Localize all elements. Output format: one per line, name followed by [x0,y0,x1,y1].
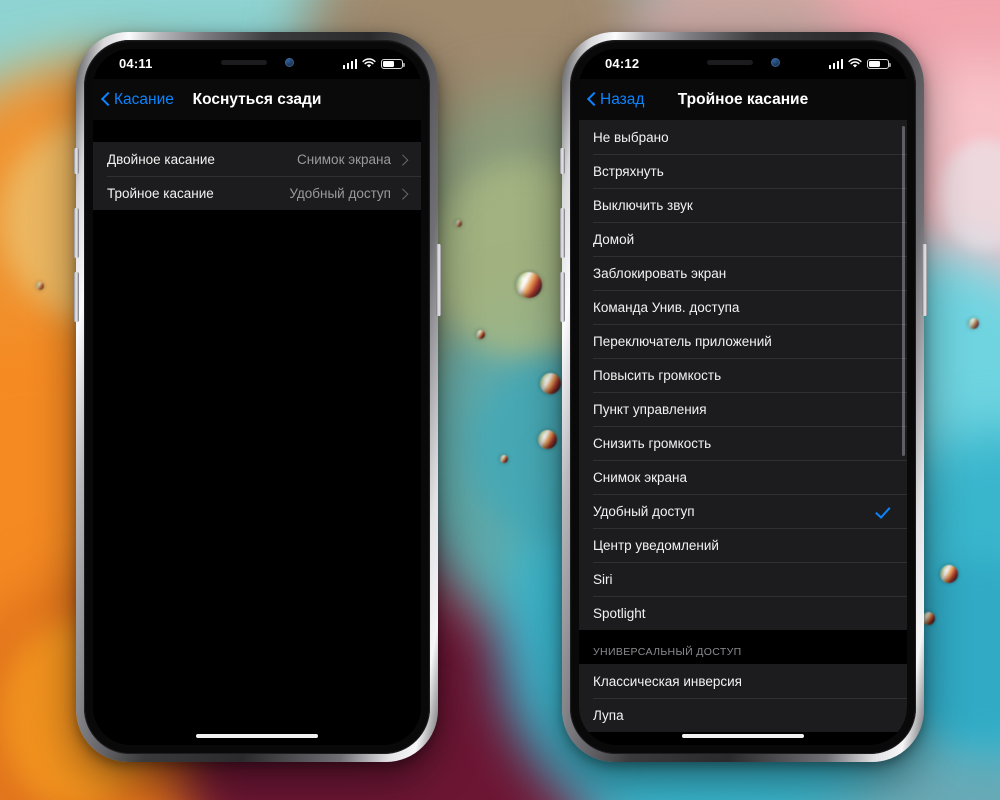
top-spacer [93,120,421,142]
back-button-label: Назад [600,90,645,108]
option-row[interactable]: Команда Унив. доступа [579,290,907,324]
left-settings-content: Двойное касание Снимок экрана Тройное ка… [93,120,421,745]
option-row[interactable]: Spotlight [579,596,907,630]
option-label: Spotlight [593,605,646,621]
wallpaper-droplet [968,318,979,329]
volume-down-button[interactable] [73,272,79,322]
option-label: Лупа [593,707,624,723]
cellular-signal-icon [828,59,843,69]
option-row[interactable]: Домой [579,222,907,256]
option-row[interactable]: Переключатель приложений [579,324,907,358]
battery-icon [381,58,406,69]
right-phone: 04:12 Назад Тройное касание Не выбрано Вс… [559,32,927,762]
accessibility-section-header: УНИВЕРСАЛЬНЫЙ ДОСТУП [579,630,907,664]
status-bar-clock: 04:12 [605,56,640,71]
back-button[interactable]: Назад [587,91,644,109]
front-camera-icon [770,57,780,67]
option-row[interactable]: Удобный доступ [579,494,907,528]
navigation-bar: Касание Коснуться сзади [93,79,421,121]
left-phone-screen: 04:11 Касание Коснуться сзади Двойное ка… [93,49,421,745]
power-button[interactable] [435,244,441,316]
volume-up-button[interactable] [559,208,565,258]
chevron-left-icon [587,91,597,108]
option-row[interactable]: Центр уведомлений [579,528,907,562]
volume-down-button[interactable] [559,272,565,322]
wifi-icon [362,58,376,68]
left-phone: 04:11 Касание Коснуться сзади Двойное ка… [73,32,441,762]
row-value: Снимок экрана [297,151,391,167]
wallpaper-droplet [940,565,958,583]
status-bar-clock: 04:11 [119,56,153,71]
option-label: Команда Унив. доступа [593,299,740,315]
notch [183,49,331,75]
checkmark-icon [875,503,891,519]
row-triple-tap[interactable]: Тройное касание Удобный доступ [93,176,421,210]
scroll-indicator[interactable] [902,126,905,456]
chevron-right-icon [399,153,407,166]
option-label: Выключить звук [593,197,693,213]
back-button-label: Касание [114,90,174,108]
home-indicator[interactable] [682,734,804,738]
row-label: Двойное касание [107,151,215,167]
power-button[interactable] [921,244,927,316]
option-row[interactable]: Классическая инверсия [579,664,907,698]
right-phone-screen: 04:12 Назад Тройное касание Не выбрано Вс… [579,49,907,745]
option-label: Классическая инверсия [593,673,742,689]
row-value: Удобный доступ [289,185,391,201]
mute-switch[interactable] [560,148,565,174]
wallpaper-droplet [500,455,508,463]
cellular-signal-icon [342,59,357,69]
mute-switch[interactable] [74,148,79,174]
option-row[interactable]: Повысить громкость [579,358,907,392]
earpiece-speaker-icon [706,59,753,65]
option-label: Встряхнуть [593,163,664,179]
accessibility-options-group: Классическая инверсия Лупа [579,664,907,732]
option-row[interactable]: Снимок экрана [579,460,907,494]
option-row[interactable]: Выключить звук [579,188,907,222]
wallpaper-droplet [476,330,485,339]
option-label: Домой [593,231,635,247]
volume-up-button[interactable] [73,208,79,258]
option-label: Повысить громкость [593,367,722,383]
navigation-bar: Назад Тройное касание [579,79,907,121]
right-settings-content: Не выбрано Встряхнуть Выключить звук Домой З… [579,120,907,745]
status-bar-indicators [342,58,406,69]
option-label: Снимок экрана [593,469,687,485]
front-camera-icon [284,57,294,67]
option-label: Не выбрано [593,129,669,145]
wallpaper-droplet [455,220,462,227]
option-row[interactable]: Не выбрано [579,120,907,154]
option-label: Пункт управления [593,401,707,417]
option-row[interactable]: Встряхнуть [579,154,907,188]
option-row[interactable]: Siri [579,562,907,596]
row-label: Тройное касание [107,185,214,201]
back-button[interactable]: Касание [101,91,174,109]
option-label: Снизить громкость [593,435,712,451]
option-row[interactable]: Пункт управления [579,392,907,426]
status-bar-indicators [828,58,892,69]
notch [669,49,817,75]
chevron-right-icon [399,187,407,200]
wallpaper-droplet [538,430,557,449]
option-label: Заблокировать экран [593,265,727,281]
action-options-group: Не выбрано Встряхнуть Выключить звук Домой З… [579,120,907,630]
battery-icon [867,58,892,69]
option-label: Центр уведомлений [593,537,719,553]
earpiece-speaker-icon [220,59,267,65]
wifi-icon [848,58,862,68]
wallpaper-droplet [516,272,542,298]
option-label: Siri [593,571,613,587]
option-label: Переключатель приложений [593,333,772,349]
option-row[interactable]: Лупа [579,698,907,732]
chevron-left-icon [101,91,111,108]
option-row[interactable]: Снизить громкость [579,426,907,460]
back-tap-group: Двойное касание Снимок экрана Тройное ка… [93,142,421,210]
option-row[interactable]: Заблокировать экран [579,256,907,290]
wallpaper-droplet [36,282,44,290]
row-double-tap[interactable]: Двойное касание Снимок экрана [93,142,421,176]
option-label: Удобный доступ [593,503,695,519]
home-indicator[interactable] [196,734,318,738]
wallpaper-droplet [540,373,561,394]
